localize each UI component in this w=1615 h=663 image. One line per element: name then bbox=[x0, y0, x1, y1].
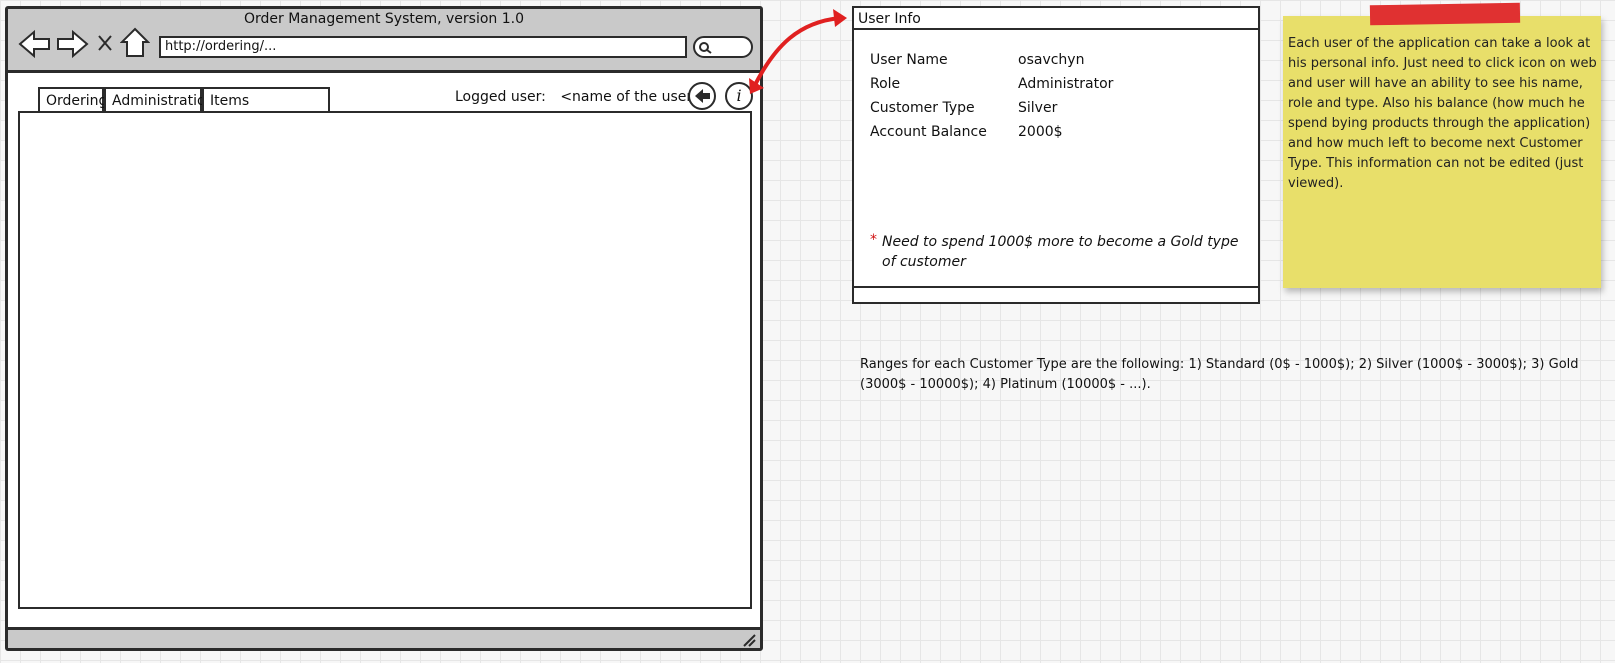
logout-button[interactable] bbox=[688, 82, 716, 110]
customer-type-value: Silver bbox=[1018, 100, 1058, 116]
connector-arrow bbox=[749, 9, 847, 94]
user-info-panel: User Info User Name osavchyn Role Admini… bbox=[852, 6, 1260, 304]
url-field[interactable]: http://ordering/... bbox=[159, 36, 687, 58]
sticky-note-text: Each user of the application can take a … bbox=[1288, 36, 1597, 191]
sticky-tape bbox=[1369, 2, 1521, 26]
close-icon[interactable] bbox=[96, 33, 114, 53]
info-icon: i bbox=[736, 86, 742, 105]
search-field[interactable] bbox=[693, 36, 753, 58]
note-marker: * bbox=[870, 232, 877, 248]
account-balance-value: 2000$ bbox=[1018, 124, 1063, 140]
window-title: Order Management System, version 1.0 bbox=[243, 11, 524, 27]
user-info-footer bbox=[854, 286, 1258, 304]
home-icon[interactable] bbox=[120, 27, 150, 59]
user-name-label: User Name bbox=[870, 52, 948, 68]
search-icon bbox=[699, 42, 712, 54]
role-label: Role bbox=[870, 76, 901, 92]
browser-chrome: Order Management System, version 1.0 htt… bbox=[8, 9, 760, 73]
logged-user-label: Logged user: bbox=[455, 89, 546, 105]
account-balance-label: Account Balance bbox=[870, 124, 987, 140]
customer-upgrade-note: Need to spend 1000$ more to become a Gol… bbox=[882, 234, 1239, 270]
customer-type-label: Customer Type bbox=[870, 100, 975, 116]
user-info-title: User Info bbox=[854, 8, 1258, 30]
logged-user-name: <name of the user> bbox=[560, 89, 704, 105]
user-name-value: osavchyn bbox=[1018, 52, 1085, 68]
logged-user: Logged user: <name of the user> bbox=[455, 87, 704, 107]
status-bar bbox=[8, 627, 760, 648]
back-arrow-icon[interactable] bbox=[18, 29, 52, 59]
role-value: Administrator bbox=[1018, 76, 1114, 92]
tab-administration[interactable]: Administration bbox=[104, 87, 214, 111]
customer-type-ranges: Ranges for each Customer Type are the fo… bbox=[860, 357, 1579, 392]
browser-window: Order Management System, version 1.0 htt… bbox=[5, 6, 763, 651]
logout-icon bbox=[695, 89, 710, 103]
resize-grip-icon[interactable] bbox=[742, 633, 756, 647]
tab-ordering[interactable]: Ordering bbox=[38, 87, 107, 111]
tab-items-management[interactable]: Items Management bbox=[202, 87, 330, 133]
forward-arrow-icon[interactable] bbox=[56, 29, 90, 59]
content-area bbox=[18, 111, 752, 609]
